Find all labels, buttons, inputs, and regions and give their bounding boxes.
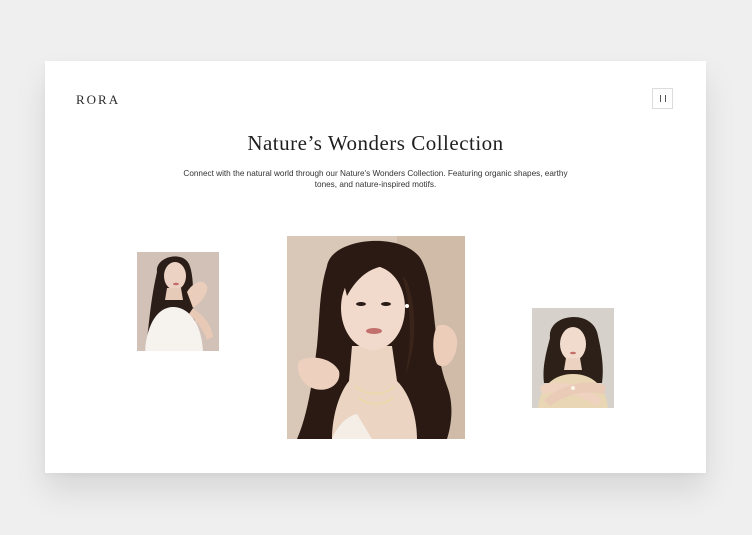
- page-title: Nature’s Wonders Collection: [247, 131, 504, 155]
- main-card: RORA Nature’s Wonders Collection Connect…: [45, 61, 706, 473]
- model-photo-center[interactable]: [287, 236, 465, 439]
- pause-icon: [659, 95, 666, 102]
- model-photo-left[interactable]: [137, 252, 219, 351]
- collection-description: Connect with the natural world through o…: [183, 169, 568, 189]
- brand-logo[interactable]: RORA: [76, 92, 120, 108]
- menu-button[interactable]: [652, 88, 673, 109]
- model-photo-right[interactable]: [532, 308, 614, 408]
